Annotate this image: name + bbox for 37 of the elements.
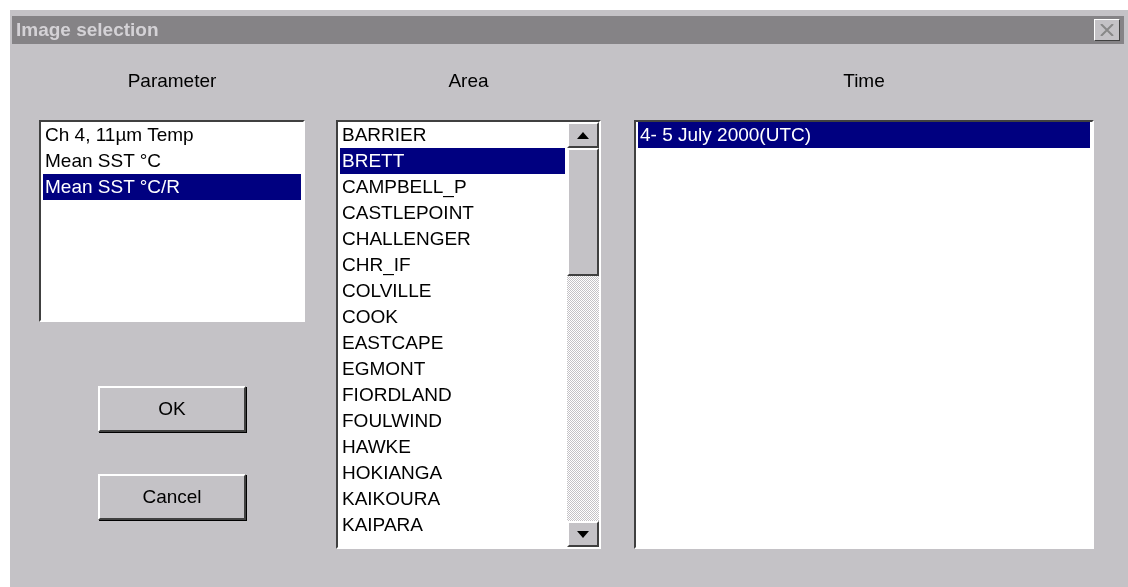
area-item[interactable]: EGMONT [340, 356, 565, 382]
area-label: Area [448, 70, 489, 93]
parameter-item[interactable]: Mean SST °C [43, 148, 301, 174]
up-arrow-icon [577, 131, 589, 139]
area-item[interactable]: CASTLEPOINT [340, 200, 565, 226]
parameter-label: Parameter [127, 70, 217, 93]
close-icon [1100, 24, 1114, 36]
area-item[interactable]: HAWKE [340, 434, 565, 460]
time-item[interactable]: 4- 5 July 2000(UTC) [638, 122, 1090, 148]
area-item[interactable]: COLVILLE [340, 278, 565, 304]
area-item[interactable]: COOK [340, 304, 565, 330]
cancel-button[interactable]: Cancel [98, 474, 246, 520]
time-list[interactable]: 4- 5 July 2000(UTC) [634, 120, 1094, 549]
parameter-list[interactable]: Ch 4, 11µm Temp Mean SST °C Mean SST °C/R [39, 120, 305, 322]
down-arrow-icon [577, 530, 589, 538]
scroll-up-button[interactable] [567, 122, 599, 148]
area-item[interactable]: FOULWIND [340, 408, 565, 434]
area-item[interactable]: CHR_IF [340, 252, 565, 278]
area-list[interactable]: BARRIER BRETT CAMPBELL_P CASTLEPOINT CHALLENGER CHR_IF COLVILLE COOK EASTCAPE EGMONT FIORDLAND FOULWIND HAWKE HOKIANGA KAIKOURA KAIPARA [336, 120, 601, 549]
close-button[interactable] [1094, 19, 1120, 41]
area-item[interactable]: BARRIER [340, 122, 565, 148]
area-item[interactable]: BRETT [340, 148, 565, 174]
scroll-thumb[interactable] [567, 148, 599, 276]
area-item[interactable]: KAIPARA [340, 512, 565, 538]
area-item[interactable]: FIORDLAND [340, 382, 565, 408]
ok-button[interactable]: OK [98, 386, 246, 432]
area-item[interactable]: CHALLENGER [340, 226, 565, 252]
parameter-item[interactable]: Ch 4, 11µm Temp [43, 122, 301, 148]
area-item[interactable]: CAMPBELL_P [340, 174, 565, 200]
time-label: Time [843, 70, 885, 93]
area-item[interactable]: KAIKOURA [340, 486, 565, 512]
parameter-item[interactable]: Mean SST °C/R [43, 174, 301, 200]
window-title: Image selection [16, 19, 159, 41]
scroll-down-button[interactable] [567, 521, 599, 547]
area-item[interactable]: HOKIANGA [340, 460, 565, 486]
area-item[interactable]: EASTCAPE [340, 330, 565, 356]
scrollbar[interactable] [567, 122, 599, 547]
